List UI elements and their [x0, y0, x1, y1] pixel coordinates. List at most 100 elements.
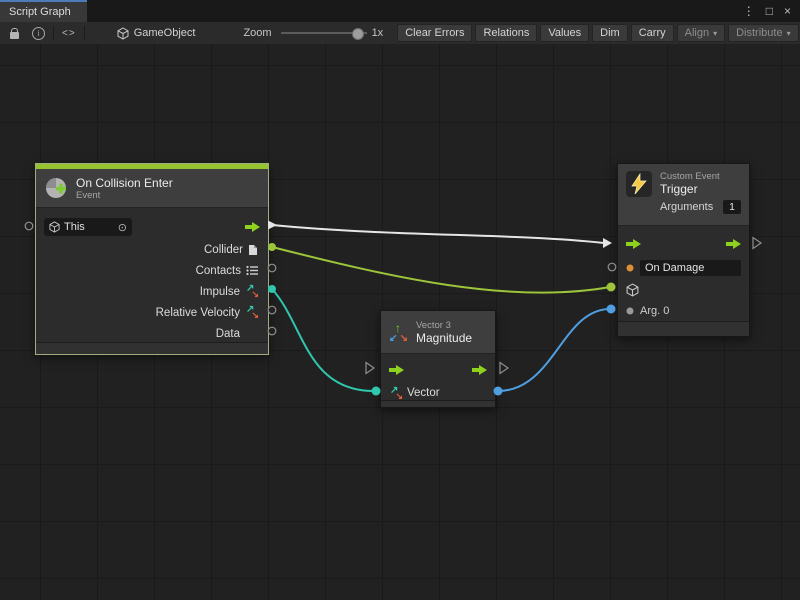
trigger-target-input-port[interactable]: [607, 283, 616, 292]
maximize-icon[interactable]: □: [766, 4, 773, 18]
port-label: Data: [216, 328, 240, 340]
node-title-block: On Collision Enter Event: [76, 176, 173, 201]
port-row-impulse[interactable]: Impulse ↗ ↘: [36, 281, 268, 302]
data-output-port[interactable]: [268, 327, 276, 335]
object-picker-icon[interactable]: ⊙: [118, 221, 127, 234]
toolbar-buttons: Clear Errors Relations Values Dim Carry …: [397, 24, 800, 42]
node-vector3-magnitude[interactable]: ↑ ↙ ↘ Vector 3 Magnitude ↗ ↘: [380, 310, 496, 408]
target-value: This: [64, 221, 85, 233]
node-header: On Collision Enter Event: [36, 169, 268, 208]
relations-button[interactable]: Relations: [475, 24, 537, 42]
this-input-port[interactable]: [25, 222, 33, 230]
arg0-input-port[interactable]: [607, 305, 616, 314]
control-input-icon[interactable]: [389, 365, 404, 375]
gameobject-label: GameObject: [134, 27, 196, 39]
port-label: Collider: [204, 244, 243, 256]
graph-canvas[interactable]: On Collision Enter Event This ⊙: [0, 44, 800, 600]
vector3-icon: ↑ ↙ ↘: [389, 323, 408, 342]
on-collision-enter-icon: [44, 176, 68, 200]
node-trigger-custom-event[interactable]: Custom Event Trigger Arguments 1: [617, 163, 750, 337]
control-flow-row: [381, 360, 495, 380]
port-label: Arg. 0: [640, 305, 669, 317]
zoom-label: Zoom: [243, 27, 271, 39]
port-label: Relative Velocity: [156, 307, 240, 319]
tab-script-graph[interactable]: Script Graph: [0, 0, 87, 22]
port-row-collider[interactable]: Collider: [36, 239, 268, 260]
collider-output-port[interactable]: [268, 243, 276, 251]
control-output-icon[interactable]: [726, 239, 741, 249]
wire-impulse-to-vector[interactable]: [272, 289, 374, 391]
node-body: On Damage Arg. 0: [618, 234, 749, 322]
cube-icon: [49, 221, 60, 233]
control-output-port[interactable]: [268, 221, 277, 230]
info-icon[interactable]: i: [32, 27, 45, 40]
tab-bar: Script Graph ⋮ □ ×: [0, 0, 800, 22]
toolbar-divider: [84, 26, 85, 40]
port-row-data[interactable]: Data: [36, 323, 268, 344]
toolbar-divider: [53, 26, 54, 40]
close-icon[interactable]: ×: [784, 4, 791, 18]
values-button[interactable]: Values: [540, 24, 589, 42]
trigger-control-output-port[interactable]: [753, 238, 761, 249]
port-row-contacts[interactable]: Contacts: [36, 260, 268, 281]
unity-script-graph-window: Script Graph ⋮ □ × i <> GameObject Zoom …: [0, 0, 800, 600]
node-title-block: Vector 3 Magnitude: [416, 320, 472, 345]
control-output-icon[interactable]: [472, 365, 487, 375]
port-label: Impulse: [200, 286, 240, 298]
wire-control-flow[interactable]: [272, 225, 604, 243]
control-input-icon[interactable]: [626, 239, 641, 249]
node-footer: [381, 400, 495, 407]
contacts-output-port[interactable]: [268, 264, 276, 272]
magnitude-control-input-port[interactable]: [366, 363, 374, 374]
wire-magnitude-to-arg0[interactable]: [498, 309, 610, 391]
wire-collider-to-target[interactable]: [272, 247, 610, 293]
align-label: Align: [685, 27, 709, 39]
dim-button[interactable]: Dim: [592, 24, 628, 42]
control-input-port[interactable]: [603, 238, 612, 248]
relative-velocity-output-port[interactable]: [268, 306, 276, 314]
cube-icon: [626, 283, 639, 297]
node-title: On Collision Enter: [76, 176, 173, 190]
distribute-label: Distribute: [736, 27, 782, 39]
node-header: ↑ ↙ ↘ Vector 3 Magnitude: [381, 311, 495, 354]
node-body: ↗ ↘ Vector: [381, 360, 495, 404]
graph-toolbar: i <> GameObject Zoom 1x Clear Errors Rel…: [0, 22, 800, 46]
chevron-down-icon: ▾: [713, 29, 717, 38]
lock-icon[interactable]: [10, 32, 19, 39]
event-name-input-port[interactable]: [608, 263, 616, 271]
node-category: Custom Event: [660, 171, 741, 182]
node-on-collision-enter[interactable]: On Collision Enter Event This ⊙: [35, 163, 269, 355]
target-gameobject-row[interactable]: [618, 279, 749, 300]
arguments-input[interactable]: 1: [723, 200, 741, 214]
window-controls: ⋮ □ ×: [743, 0, 800, 22]
code-view-icon[interactable]: <>: [62, 28, 76, 39]
gameobject-reference[interactable]: GameObject: [117, 27, 196, 40]
distribute-button[interactable]: Distribute ▾: [728, 24, 798, 42]
impulse-output-port[interactable]: [268, 285, 276, 293]
event-name-input[interactable]: On Damage: [640, 260, 741, 276]
port-label: Contacts: [196, 265, 241, 277]
target-row: This ⊙: [36, 215, 268, 239]
vector3-icon: ↗ ↘: [245, 306, 258, 319]
node-category: Vector 3: [416, 320, 472, 331]
document-icon: [248, 244, 258, 256]
arguments-label: Arguments: [660, 201, 713, 213]
control-flow-row: [618, 234, 749, 254]
port-row-arg0[interactable]: Arg. 0: [618, 300, 749, 322]
zoom-slider[interactable]: [281, 26, 367, 40]
carry-button[interactable]: Carry: [631, 24, 674, 42]
zoom-slider-handle[interactable]: [352, 28, 364, 40]
lightning-icon: [626, 171, 652, 197]
generic-port-icon: [626, 307, 634, 315]
node-header: Custom Event Trigger Arguments 1: [618, 164, 749, 226]
node-footer: [36, 342, 268, 354]
node-title: Magnitude: [416, 331, 472, 345]
target-field[interactable]: This ⊙: [44, 218, 132, 236]
port-row-relative-velocity[interactable]: Relative Velocity ↗ ↘: [36, 302, 268, 323]
node-title: Trigger: [660, 182, 741, 196]
menu-icon[interactable]: ⋮: [743, 4, 755, 18]
clear-errors-button[interactable]: Clear Errors: [397, 24, 472, 42]
align-button[interactable]: Align ▾: [677, 24, 725, 42]
control-output-icon[interactable]: [245, 222, 260, 232]
magnitude-control-output-port[interactable]: [500, 363, 508, 374]
